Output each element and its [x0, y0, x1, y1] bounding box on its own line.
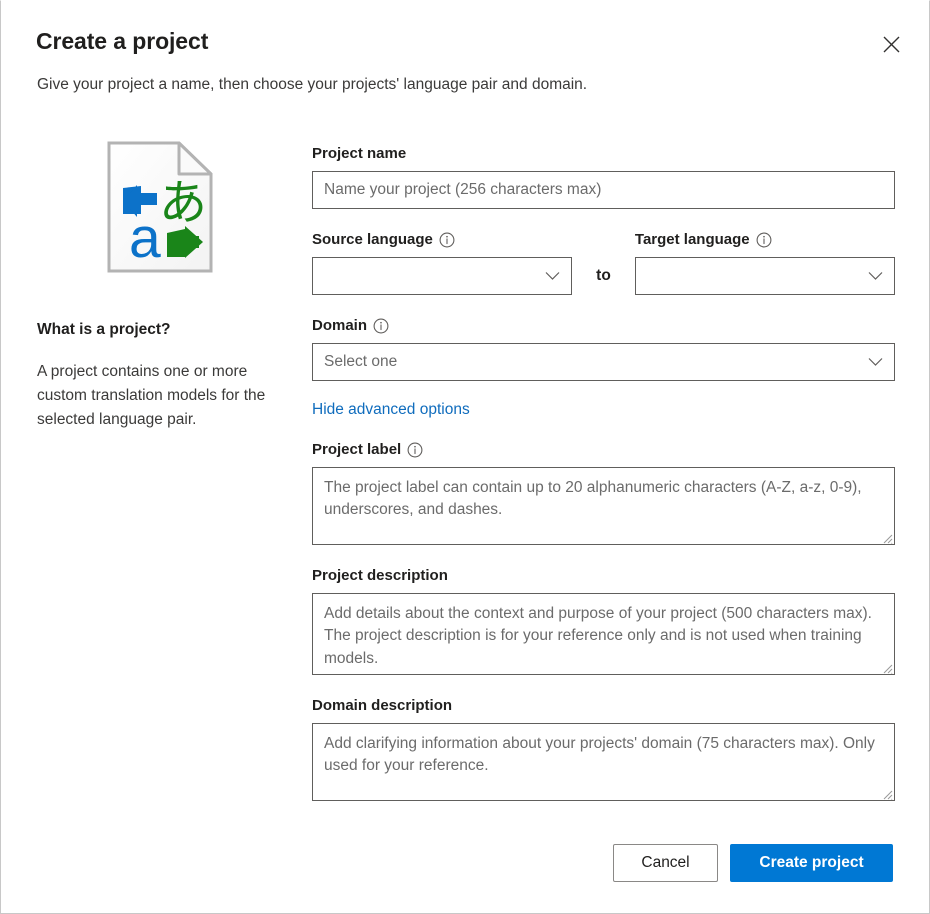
- info-icon[interactable]: [373, 318, 389, 334]
- translation-document-icon: a あ: [37, 141, 287, 273]
- info-icon[interactable]: [756, 232, 772, 248]
- create-project-dialog: Create a project Give your project a nam…: [0, 0, 930, 914]
- source-language-select[interactable]: [312, 257, 572, 295]
- domain-description-textarea[interactable]: [312, 723, 895, 801]
- chevron-down-icon: [545, 271, 560, 281]
- language-pair-row: Source language: [312, 231, 895, 295]
- info-icon[interactable]: [407, 442, 423, 458]
- svg-text:あ: あ: [159, 175, 207, 231]
- info-panel-heading: What is a project?: [37, 321, 287, 339]
- domain-description-label: Domain description: [312, 697, 895, 715]
- info-panel-body: A project contains one or more custom tr…: [37, 360, 287, 432]
- project-description-label: Project description: [312, 567, 895, 585]
- chevron-down-icon: [868, 271, 883, 281]
- target-language-field: Target language: [635, 231, 895, 295]
- svg-text:a: a: [129, 206, 161, 270]
- domain-value: Select one: [324, 353, 883, 371]
- target-language-label: Target language: [635, 231, 895, 249]
- dialog-subtitle: Give your project a name, then choose yo…: [37, 76, 587, 94]
- domain-description-field: Domain description: [312, 697, 895, 801]
- language-pair-connector: to: [572, 257, 635, 295]
- domain-field: Domain Select one: [312, 317, 895, 381]
- source-language-field: Source language: [312, 231, 572, 295]
- target-language-select[interactable]: [635, 257, 895, 295]
- create-project-button[interactable]: Create project: [730, 844, 893, 882]
- info-icon[interactable]: [439, 232, 455, 248]
- project-label-textarea[interactable]: [312, 467, 895, 545]
- project-form: Project name Source language: [312, 145, 895, 801]
- source-language-label: Source language: [312, 231, 572, 249]
- project-name-field: Project name: [312, 145, 895, 209]
- close-button[interactable]: [874, 27, 908, 61]
- project-label-field: Project label: [312, 441, 895, 545]
- dialog-footer: Cancel Create project: [613, 844, 893, 882]
- project-description-field: Project description: [312, 567, 895, 675]
- project-description-textarea[interactable]: [312, 593, 895, 675]
- domain-select[interactable]: Select one: [312, 343, 895, 381]
- cancel-button[interactable]: Cancel: [613, 844, 718, 882]
- project-name-label: Project name: [312, 145, 895, 163]
- close-icon: [883, 36, 900, 53]
- project-label-label: Project label: [312, 441, 895, 459]
- page-title: Create a project: [36, 28, 208, 55]
- project-name-input[interactable]: [312, 171, 895, 209]
- info-panel: a あ What is a project? A project contain…: [37, 141, 287, 432]
- domain-label: Domain: [312, 317, 895, 335]
- toggle-advanced-options-link[interactable]: Hide advanced options: [312, 401, 470, 419]
